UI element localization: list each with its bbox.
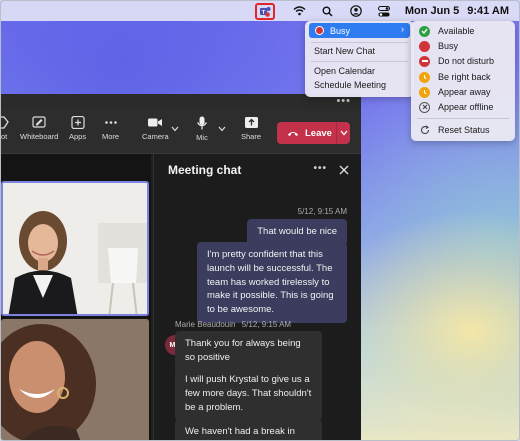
camera-label: Camera xyxy=(142,132,169,141)
menubar-date: Mon Jun 5 xyxy=(404,5,460,17)
mic-label: Mic xyxy=(196,133,208,142)
other-message-bubble[interactable]: We haven't had a break in xyxy=(175,419,322,440)
menu-divider xyxy=(311,42,408,43)
share-icon xyxy=(244,117,258,128)
menu-divider xyxy=(311,61,408,62)
open-calendar-item[interactable]: Open Calendar xyxy=(314,66,375,76)
camera-button[interactable]: Camera xyxy=(142,116,169,141)
presence-submenu: Available Busy Do not disturb Be right b… xyxy=(411,21,515,141)
control-center-icon[interactable] xyxy=(377,4,391,18)
video-gallery xyxy=(1,154,151,440)
mic-options-chevron-icon[interactable] xyxy=(218,126,226,135)
appear-away-icon xyxy=(419,86,430,98)
meeting-chat-panel: Meeting chat ••• 5/12, 9:15 AM That woul… xyxy=(153,154,361,440)
more-button[interactable]: More xyxy=(102,116,119,141)
apps-icon xyxy=(70,116,85,129)
teams-status-menu: Busy › Start New Chat Open Calendar Sche… xyxy=(305,21,414,97)
whiteboard-icon xyxy=(32,116,46,128)
sender-meta: Marie Beaudouin 5/12, 9:15 AM xyxy=(175,320,291,329)
chevron-right-icon: › xyxy=(401,24,404,34)
menubar-time: 9:41 AM xyxy=(467,5,509,17)
my-message-bubble[interactable]: I'm pretty confident that this launch wi… xyxy=(197,242,347,323)
participant-video-tile[interactable] xyxy=(1,319,149,440)
busy-icon xyxy=(419,40,430,52)
presence-label: Available xyxy=(438,26,475,36)
share-button[interactable]: Share xyxy=(241,116,261,141)
menubar-clock[interactable]: Mon Jun 5 9:41 AM xyxy=(405,5,509,17)
teams-status-icon[interactable]: T xyxy=(254,2,275,20)
chat-title: Meeting chat xyxy=(168,163,242,177)
hotkey-button-partial[interactable]: hot xyxy=(0,116,9,141)
mic-button[interactable]: Mic xyxy=(196,116,208,142)
participant-video-tile[interactable] xyxy=(1,181,149,316)
start-new-chat-item[interactable]: Start New Chat xyxy=(314,46,375,56)
busy-status-icon xyxy=(315,26,324,35)
available-icon xyxy=(419,25,430,37)
partial-icon xyxy=(1,116,9,129)
chat-more-icon[interactable]: ••• xyxy=(313,163,327,174)
camera-icon xyxy=(148,118,163,127)
menu-divider xyxy=(417,118,509,119)
presence-item-be-right-back[interactable]: Be right back xyxy=(419,71,491,83)
whiteboard-button[interactable]: Whiteboard xyxy=(20,116,58,141)
screen: T Mon Jun 5 9:41 AM ••• ot Whiteboard Ap… xyxy=(0,0,520,441)
hang-up-icon xyxy=(288,131,298,136)
presence-item-appear-offline[interactable]: Appear offline xyxy=(419,101,493,113)
mic-icon xyxy=(197,116,207,130)
share-label: Share xyxy=(241,132,262,141)
other-message-bubble[interactable]: I will push Krystal to give us a few mor… xyxy=(175,367,322,421)
leave-options-chevron-icon[interactable] xyxy=(337,122,350,144)
schedule-meeting-item[interactable]: Schedule Meeting xyxy=(314,80,386,90)
appear-offline-icon xyxy=(419,101,430,113)
presence-label: Appear offline xyxy=(438,102,494,112)
presence-label: Appear away xyxy=(438,87,491,97)
apps-button[interactable]: Apps xyxy=(69,116,86,141)
more-label: More xyxy=(102,132,120,141)
presence-label: Busy xyxy=(438,41,459,51)
sender-timestamp: 5/12, 9:15 AM xyxy=(241,320,292,329)
menu-bar: T Mon Jun 5 9:41 AM xyxy=(1,1,519,21)
partial-label: hot xyxy=(0,132,8,141)
teams-meeting-window: ••• hot Whiteboard Apps More Camera xyxy=(0,94,361,440)
presence-item-available[interactable]: Available xyxy=(419,25,474,37)
do-not-disturb-icon xyxy=(419,55,430,67)
leave-main[interactable]: Leave xyxy=(277,122,337,144)
my-message-bubble[interactable]: That would be nice xyxy=(247,219,347,245)
user-account-icon[interactable] xyxy=(349,4,363,18)
current-status-item[interactable]: Busy › xyxy=(309,23,410,38)
presence-item-busy[interactable]: Busy xyxy=(419,40,458,52)
more-icon xyxy=(104,121,117,124)
reset-icon xyxy=(419,125,430,136)
reset-status-label: Reset Status xyxy=(438,125,490,135)
participant-video-image xyxy=(3,183,147,314)
my-message-timestamp: 5/12, 9:15 AM xyxy=(297,207,347,216)
reset-status-item[interactable]: Reset Status xyxy=(419,124,490,136)
leave-label: Leave xyxy=(305,127,332,139)
participant-video-image xyxy=(1,319,149,440)
whiteboard-label: Whiteboard xyxy=(20,132,59,141)
presence-item-do-not-disturb[interactable]: Do not disturb xyxy=(419,55,494,67)
close-icon[interactable] xyxy=(339,164,349,178)
presence-label: Do not disturb xyxy=(438,56,495,66)
chat-header: Meeting chat ••• xyxy=(154,154,361,186)
current-status-label: Busy xyxy=(330,25,351,36)
apps-label: Apps xyxy=(69,132,87,141)
other-message-bubble[interactable]: Thank you for always being so positive xyxy=(175,331,322,371)
wifi-icon[interactable] xyxy=(293,4,307,18)
presence-label: Be right back xyxy=(438,72,491,82)
camera-options-chevron-icon[interactable] xyxy=(171,126,179,135)
sender-name: Marie Beaudouin xyxy=(175,320,236,329)
leave-button[interactable]: Leave xyxy=(277,122,350,144)
be-right-back-icon xyxy=(419,71,430,83)
presence-item-appear-away[interactable]: Appear away xyxy=(419,86,491,98)
search-icon[interactable] xyxy=(321,4,335,18)
